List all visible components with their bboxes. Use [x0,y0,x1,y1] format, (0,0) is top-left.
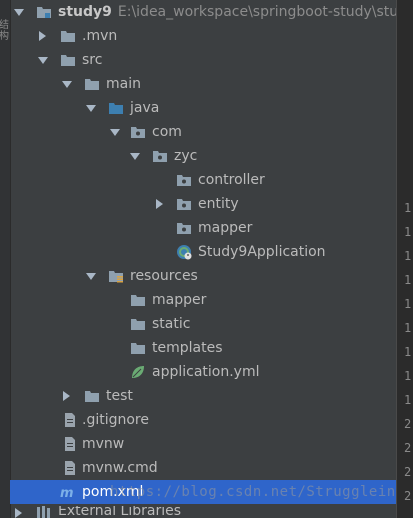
gutter-number: 1 [404,297,412,311]
tree-row-study9[interactable]: study9 E:\idea_workspace\springboot-study… [10,0,413,24]
tree-row-gitignore[interactable]: .gitignore [10,408,396,432]
gutter-number: 1 [404,369,412,383]
tree-row-java[interactable]: java [10,96,396,120]
project-path: E:\idea_workspace\springboot-study\study [117,4,413,20]
tree-row-mvn[interactable]: .mvn [10,24,396,48]
tree-row-resources[interactable]: resources [10,264,396,288]
tree-row-entity[interactable]: entity [10,192,396,216]
gutter-number: 1 [404,201,412,215]
collapse-arrow-icon[interactable] [15,508,22,518]
folder-icon [85,79,99,90]
maven-icon: m [60,486,74,500]
project-tree[interactable]: study9 E:\idea_workspace\springboot-study… [10,0,413,518]
tree-label: zyc [174,148,198,164]
gutter-number: 1 [404,393,412,407]
expand-arrow-icon[interactable] [110,129,120,136]
project-name: study9 [58,4,112,20]
module-folder-icon [37,7,51,18]
tree-label: mapper [152,292,207,308]
folder-icon [85,391,99,402]
gutter-number: 2 [404,465,412,479]
package-icon [177,223,191,234]
text-file-icon [65,413,75,427]
tree-row-templates[interactable]: templates [10,336,396,360]
source-folder-icon [109,103,123,114]
expand-arrow-icon[interactable] [38,57,48,64]
tree-label: mapper [198,220,253,236]
package-icon [177,199,191,210]
spring-boot-class-icon [177,245,192,260]
collapse-arrow-icon[interactable] [156,199,163,209]
tree-row-zyc[interactable]: zyc [10,144,396,168]
tree-label: .gitignore [82,412,149,428]
package-icon [177,175,191,186]
tree-row-controller[interactable]: controller [10,168,396,192]
tree-row-test[interactable]: test [10,384,396,408]
expand-arrow-icon[interactable] [86,273,96,280]
tree-row-main[interactable]: main [10,72,396,96]
gutter-number: 1 [404,273,412,287]
tree-label: .mvn [82,28,118,44]
folder-icon [131,319,145,330]
resources-folder-icon [109,271,123,283]
tree-label: External Libraries [58,506,181,518]
tree-label: resources [130,268,198,284]
tree-row-static[interactable]: static [10,312,396,336]
expand-arrow-icon[interactable] [130,153,140,160]
expand-arrow-icon[interactable] [62,81,72,88]
tree-row-application-yml[interactable]: application.yml [10,360,396,384]
expand-arrow-icon[interactable] [14,9,24,16]
tree-label: main [106,76,141,92]
tree-row-study9application[interactable]: Study9Application [10,240,396,264]
tree-label: src [82,52,103,68]
tree-label: com [152,124,182,140]
tree-row-mapper-package[interactable]: mapper [10,216,396,240]
package-icon [131,127,145,138]
gutter-number: 2 [404,441,412,455]
tree-row-mvnw-cmd[interactable]: mvnw.cmd [10,456,396,480]
folder-icon [61,55,75,66]
tree-label: Study9Application [198,244,326,260]
tree-row-src[interactable]: src [10,48,396,72]
text-file-icon [65,437,75,451]
tree-row-com[interactable]: com [10,120,396,144]
tree-label: test [106,388,133,404]
tree-label: mvnw.cmd [82,460,158,476]
tree-row-mvnw[interactable]: mvnw [10,432,396,456]
structure-tab-label[interactable]: 结构 [0,20,9,42]
tree-label: entity [198,196,239,212]
watermark: https://blog.csdn.net/Strugglein [110,484,396,500]
tree-label: static [152,316,191,332]
tree-label: application.yml [152,364,260,380]
gutter-number: 1 [404,345,412,359]
libraries-icon [37,506,50,518]
collapse-arrow-icon[interactable] [63,391,70,401]
tree-label: templates [152,340,223,356]
tree-label: controller [198,172,265,188]
collapse-arrow-icon[interactable] [39,31,46,41]
text-file-icon [65,461,75,475]
gutter-number: 1 [404,321,412,335]
gutter-number: 1 [404,249,412,263]
spring-leaf-icon [132,366,144,378]
folder-icon [131,343,145,354]
gutter-number: 1 [404,225,412,239]
gutter-number: 2 [404,417,412,431]
svg-text:m: m [60,486,74,500]
folder-icon [131,295,145,306]
expand-arrow-icon[interactable] [86,105,96,112]
folder-icon [61,31,75,42]
tree-label: java [130,100,160,116]
tree-row-mapper-folder[interactable]: mapper [10,288,396,312]
package-icon [153,151,167,162]
gutter-number: 2 [404,489,412,503]
tree-label: mvnw [82,436,125,452]
tree-row-external-libraries[interactable]: External Libraries [10,506,396,518]
